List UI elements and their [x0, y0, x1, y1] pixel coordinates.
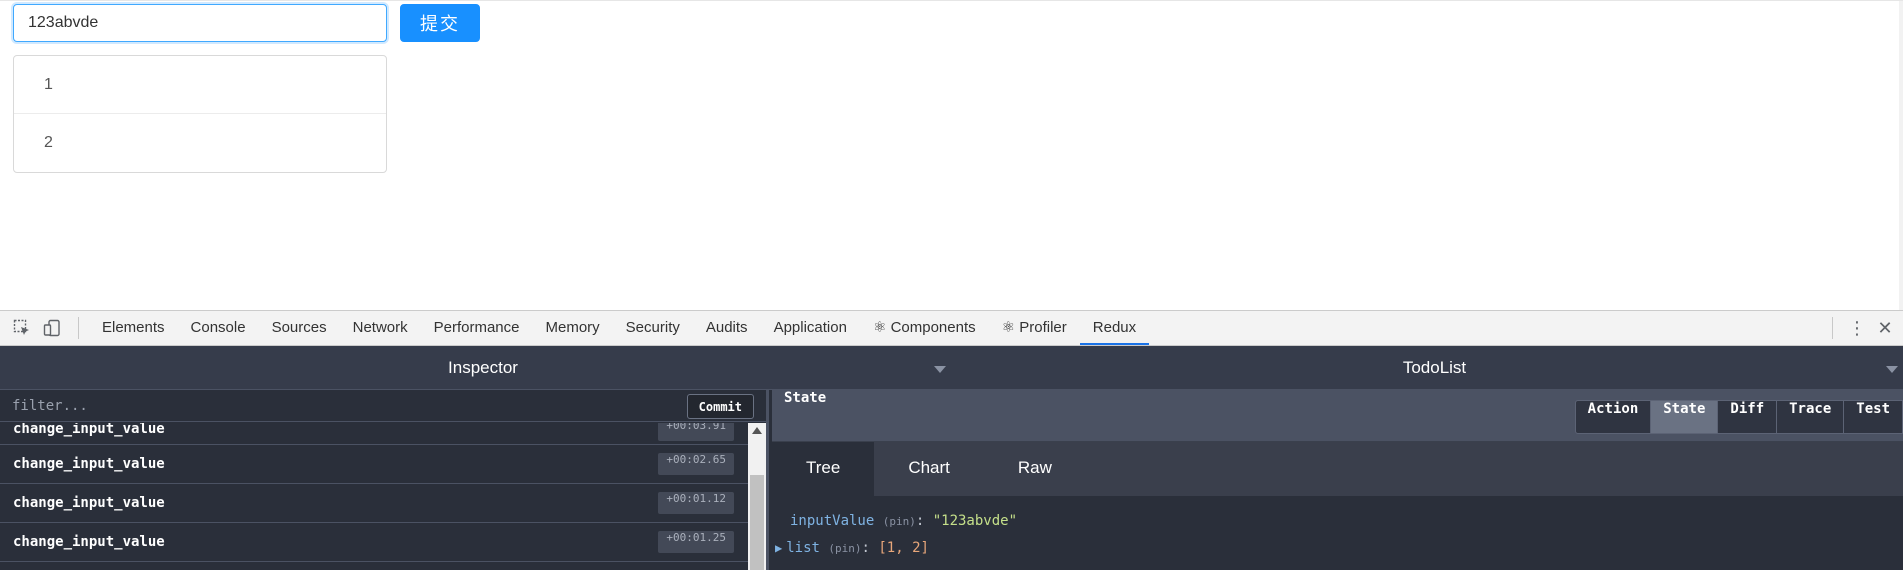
tree-colon: : [861, 540, 879, 556]
tab-diff[interactable]: Diff [1718, 400, 1778, 434]
action-list-scrollbar[interactable] [748, 423, 766, 570]
list-item[interactable]: change_input_value +00:01.25 [0, 523, 748, 562]
expand-arrow-icon[interactable]: ▶ [775, 541, 782, 555]
todo-list: 1 2 [13, 55, 387, 173]
tab-tree[interactable]: Tree [772, 442, 875, 496]
tab-raw[interactable]: Raw [984, 442, 1086, 496]
tab-trace[interactable]: Trace [1777, 400, 1845, 434]
tab-application[interactable]: Application [761, 311, 860, 345]
inspect-element-icon[interactable] [8, 314, 36, 342]
tree-node-input-value[interactable]: inputValue (pin): "123abvde" [790, 508, 1903, 535]
tab-components[interactable]: ⚛ Components [860, 311, 989, 345]
chevron-down-icon[interactable] [1886, 366, 1898, 373]
list-item[interactable]: change_input_value +00:02.65 [0, 445, 748, 484]
chevron-down-icon[interactable] [934, 366, 946, 373]
state-header: State Action State Diff Trace Test [772, 390, 1903, 442]
tree-colon: : [915, 513, 933, 529]
tab-memory[interactable]: Memory [533, 311, 613, 345]
filter-input[interactable] [0, 390, 680, 422]
tab-action[interactable]: Action [1574, 400, 1652, 434]
tab-network[interactable]: Network [340, 311, 421, 345]
action-time-badge: +00:01.12 [658, 492, 734, 514]
tab-profiler[interactable]: ⚛ Profiler [989, 311, 1080, 345]
mode-tabs: Action State Diff Trace Test [1574, 400, 1903, 434]
tree-meta: (pin) [828, 542, 862, 555]
tree-value: "123abvde" [932, 513, 1018, 529]
scrollbar-thumb[interactable] [750, 475, 764, 570]
action-time-badge: +00:03.91 [658, 423, 734, 441]
action-name: change_input_value [13, 423, 165, 437]
redux-header: Inspector TodoList [0, 346, 1903, 390]
devtools-bar-actions: ⋮ ✕ [1818, 317, 1903, 339]
tree-node-list[interactable]: ▶ list (pin): [1, 2] [775, 535, 1903, 562]
action-name: change_input_value [13, 456, 165, 472]
toolbar-divider [78, 317, 79, 339]
tab-chart[interactable]: Chart [874, 442, 984, 496]
tree-key: inputValue [790, 513, 875, 529]
action-name: change_input_value [13, 495, 165, 511]
action-time-badge: +00:02.65 [658, 453, 734, 475]
todo-input[interactable] [13, 4, 387, 42]
toolbar-divider [1832, 317, 1833, 339]
commit-button[interactable]: Commit [686, 394, 754, 419]
tree-meta: (pin) [882, 515, 916, 528]
page-scrollbar[interactable] [1899, 1, 1903, 311]
tab-redux[interactable]: Redux [1079, 311, 1150, 345]
action-list: change_input_value +00:03.91 change_inpu… [0, 423, 748, 570]
tab-test[interactable]: Test [1844, 400, 1903, 434]
action-name: change_input_value [13, 534, 165, 550]
state-heading: State [784, 390, 827, 406]
list-item[interactable]: change_input_value +00:03.91 [0, 423, 748, 445]
device-toggle-icon[interactable] [38, 314, 66, 342]
close-icon[interactable]: ✕ [1875, 318, 1895, 339]
view-tabs: Tree Chart Raw [772, 442, 1903, 496]
inspector-title[interactable]: Inspector [0, 346, 966, 390]
tab-audits[interactable]: Audits [693, 311, 761, 345]
scroll-up-icon[interactable] [752, 427, 762, 434]
tab-state[interactable]: State [1651, 400, 1719, 434]
tab-sources[interactable]: Sources [259, 311, 340, 345]
list-item[interactable]: change_input_value +00:01.12 [0, 484, 748, 523]
tree-value: [1, 2] [878, 540, 929, 556]
list-item[interactable]: 1 [14, 56, 386, 114]
app-viewport: 提交 1 2 [0, 0, 1903, 311]
list-item[interactable]: 2 [14, 114, 386, 172]
action-list-pane: Commit change_input_value +00:03.91 chan… [0, 390, 769, 570]
instance-selector[interactable]: TodoList [966, 346, 1903, 390]
state-inspector-pane: State Action State Diff Trace Test Tree … [772, 390, 1903, 570]
redux-devtools-panel: Inspector TodoList Commit change_input_v… [0, 346, 1903, 570]
filter-row: Commit [0, 390, 766, 422]
tab-security[interactable]: Security [613, 311, 693, 345]
more-options-icon[interactable]: ⋮ [1847, 318, 1867, 339]
tab-console[interactable]: Console [178, 311, 259, 345]
submit-button[interactable]: 提交 [400, 4, 480, 42]
devtools-tab-bar: Elements Console Sources Network Perform… [0, 310, 1903, 346]
state-tree: inputValue (pin): "123abvde" ▶ list (pin)… [772, 496, 1903, 562]
action-time-badge: +00:01.25 [658, 531, 734, 553]
tab-elements[interactable]: Elements [89, 311, 178, 345]
tab-performance[interactable]: Performance [421, 311, 533, 345]
tree-key: list [786, 540, 820, 556]
